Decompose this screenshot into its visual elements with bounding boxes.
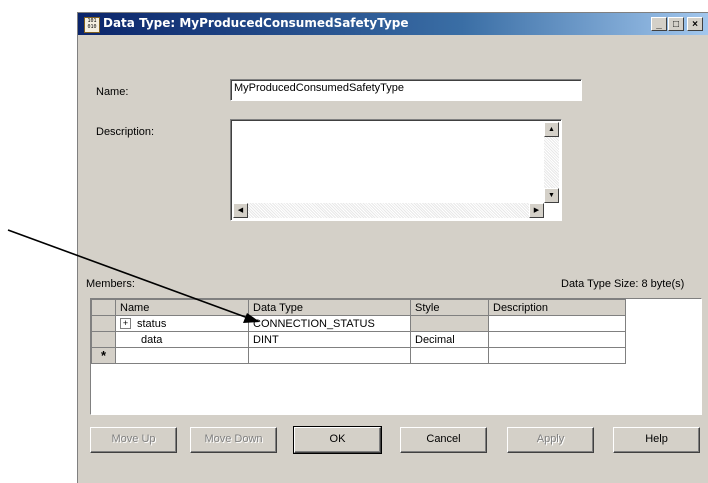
annotation-arrow-line xyxy=(7,229,249,319)
annotation-arrow-head xyxy=(243,313,260,323)
annotation-arrow xyxy=(7,229,260,323)
